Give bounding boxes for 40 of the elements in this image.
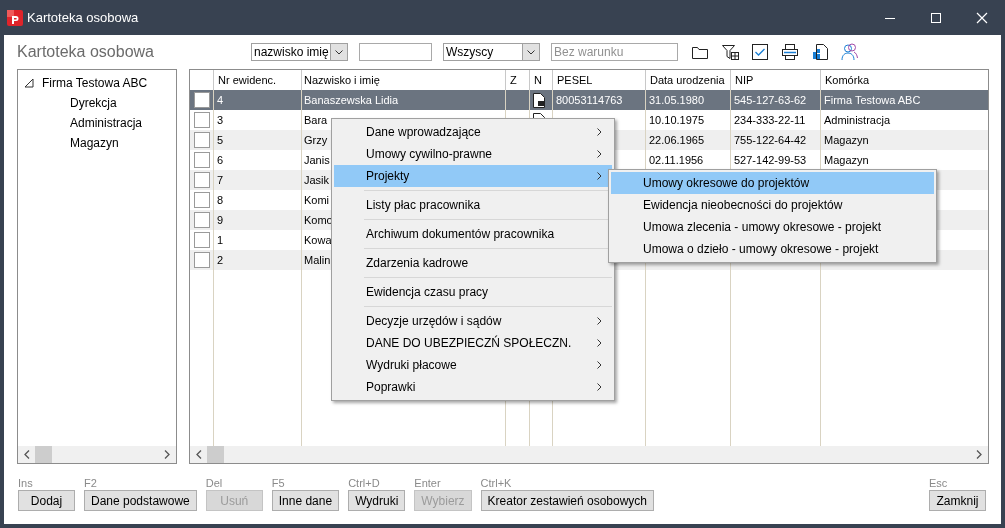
shortcut-label: Ctrl+K: [480, 477, 513, 489]
shortcut-label: Esc: [929, 477, 949, 489]
shortcut-label: Del: [205, 477, 224, 489]
table-cell: Kowa: [304, 234, 332, 246]
shortcut-label: F5: [271, 477, 286, 489]
table-cell: 2: [217, 254, 224, 266]
table-cell: 9: [217, 214, 224, 226]
table-cell: 527-142-99-53: [734, 154, 807, 166]
table-cell: Magazyn: [824, 154, 869, 166]
table-cell: 7: [217, 174, 224, 186]
table-cell: 1: [217, 234, 224, 246]
table-cell: 755-122-64-42: [734, 134, 807, 146]
table-cell: Janis: [304, 154, 330, 166]
table-cell: 80053114763: [556, 94, 623, 106]
table-cell: Jasik: [304, 174, 330, 186]
table-cell: Grzy: [304, 134, 328, 146]
table-cell: Bara: [304, 114, 328, 126]
table-cell: 545-127-63-62: [734, 94, 807, 106]
table-cell: 3: [217, 114, 224, 126]
table-cell: 10.10.1975: [649, 114, 705, 126]
shortcut-label: Ins: [18, 477, 34, 489]
window-title: Kartoteka osobowa: [27, 10, 140, 25]
table-cell: 8: [217, 194, 224, 206]
table-cell: 02.11.1956: [649, 154, 704, 166]
table-cell: 4: [217, 94, 224, 106]
table-cell: 6: [217, 154, 224, 166]
table-cell: 31.05.1980: [649, 94, 705, 106]
shortcut-label: Ctrl+D: [348, 477, 381, 489]
shortcut-label: F2: [84, 477, 98, 489]
table-cell: 234-333-22-11: [734, 114, 806, 126]
page-title: Kartoteka osobowa: [17, 43, 155, 61]
table-cell: Komi: [304, 194, 330, 206]
table-cell: Magazyn: [824, 134, 869, 146]
table-cell: 5: [217, 134, 224, 146]
table-cell: Malin: [304, 254, 331, 266]
table-cell: 22.06.1965: [649, 134, 705, 146]
table-cell: Firma Testowa ABC: [824, 94, 921, 106]
table-cell: Banaszewska Lidia: [304, 94, 399, 106]
table-cell: Administracja: [824, 114, 891, 126]
shortcut-label: Enter: [414, 477, 442, 489]
